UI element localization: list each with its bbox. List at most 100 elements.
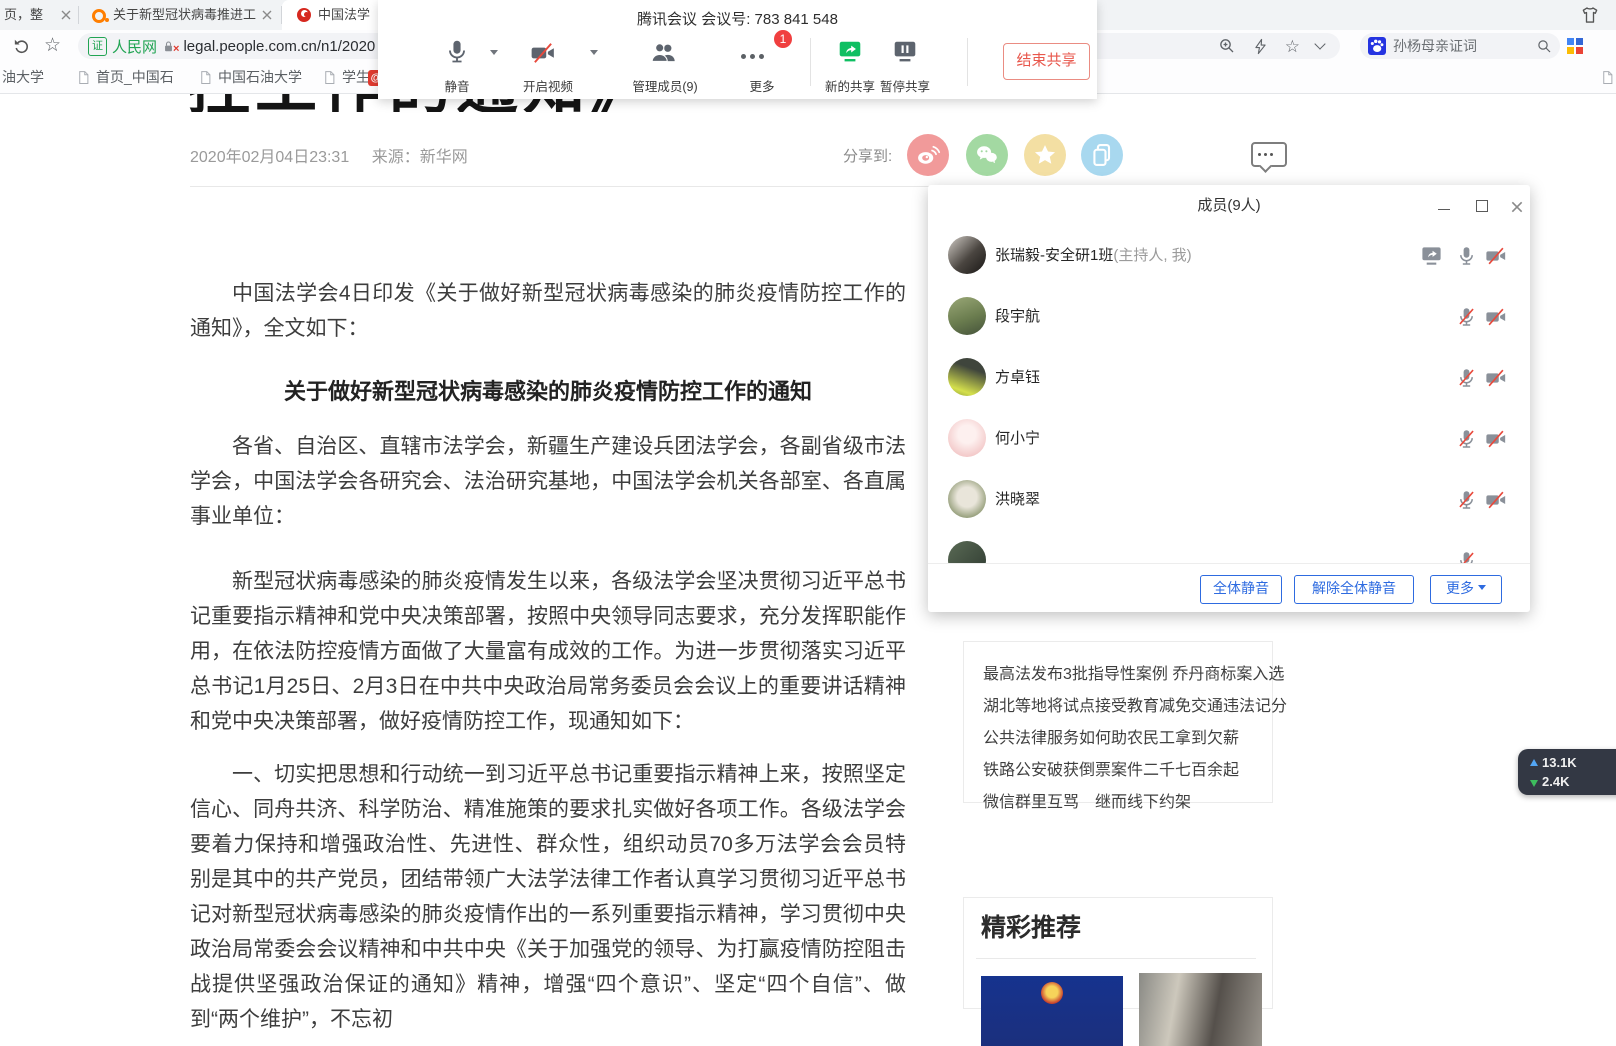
mute-button[interactable]: 静音 xyxy=(427,76,487,95)
member-row[interactable]: 方卓钰 xyxy=(928,347,1530,408)
news-link[interactable]: 湖北等地将试点接受教育减免交通违法记分 xyxy=(983,692,1287,716)
lightning-icon[interactable] xyxy=(1252,38,1269,55)
upload-arrow-icon xyxy=(1530,755,1538,766)
new-share-screen-icon xyxy=(837,38,863,64)
member-row[interactable]: 何小宁 xyxy=(928,408,1530,469)
article-source: 来源：新华网 xyxy=(372,149,468,166)
apps-grid-icon[interactable] xyxy=(1567,38,1583,54)
member-name: 段宇航 xyxy=(995,286,1040,347)
sharing-screen-icon xyxy=(1420,244,1443,267)
more-button[interactable]: 更多 xyxy=(738,76,786,95)
member-name: 张瑞毅-安全研1班 xyxy=(995,247,1113,264)
camera-off-icon[interactable] xyxy=(1485,245,1507,267)
recommend-image-building[interactable] xyxy=(1139,973,1262,1046)
grid-square xyxy=(1567,38,1574,45)
grid-square xyxy=(1576,47,1583,54)
camera-off-icon[interactable] xyxy=(1485,428,1507,450)
member-row-partial[interactable] xyxy=(928,530,1530,563)
camera-off-icon[interactable] xyxy=(1485,306,1507,328)
avatar xyxy=(948,358,986,396)
mic-muted-icon[interactable] xyxy=(1456,306,1477,327)
upload-speed: 13.1K xyxy=(1542,753,1577,773)
bookmark-item[interactable]: 首页_中国石 xyxy=(96,62,174,93)
favorite-star-icon[interactable]: ☆ xyxy=(44,36,61,55)
tab-covid-search[interactable]: 关于新型冠状病毒推进工 xyxy=(79,0,281,30)
pause-share-button[interactable]: 暂停共享 xyxy=(865,76,945,95)
article-paragraph: 各省、自治区、直辖市法学会，新疆生产建设兵团法学会，各副省级市法学会，中国法学会… xyxy=(190,429,906,534)
manage-members-button[interactable]: 管理成员(9) xyxy=(610,76,720,95)
zoom-in-icon[interactable] xyxy=(1218,37,1236,55)
notification-badge: 1 xyxy=(772,28,794,50)
mic-muted-icon[interactable] xyxy=(1456,489,1477,510)
member-name: 洪晓翠 xyxy=(995,469,1040,530)
search-icon[interactable] xyxy=(1536,38,1552,54)
camera-off-icon[interactable] xyxy=(1485,367,1507,389)
microphone-icon xyxy=(444,38,470,64)
mic-muted-icon[interactable] xyxy=(1456,428,1477,449)
close-icon[interactable] xyxy=(1510,200,1524,214)
page-icon xyxy=(1600,70,1615,85)
member-row[interactable]: 段宇航 xyxy=(928,286,1530,347)
close-tab-icon[interactable] xyxy=(60,9,72,21)
unmute-all-button[interactable]: 解除全体静音 xyxy=(1294,575,1414,604)
avatar xyxy=(948,236,986,274)
search-box[interactable]: 孙杨母亲证词 xyxy=(1360,33,1560,59)
close-tab-icon[interactable] xyxy=(261,9,273,21)
member-name: 何小宁 xyxy=(995,408,1040,469)
maximize-icon[interactable] xyxy=(1474,198,1490,214)
recommend-image-police[interactable] xyxy=(981,976,1123,1046)
member-name: 方卓钰 xyxy=(995,347,1040,408)
member-row-host[interactable]: 张瑞毅-安全研1班(主持人, 我) xyxy=(928,225,1530,286)
cert-badge-icon: 证 xyxy=(88,37,107,56)
share-qzone-icon[interactable] xyxy=(1024,134,1066,176)
start-video-button[interactable]: 开启视频 xyxy=(508,76,588,95)
mic-muted-icon[interactable] xyxy=(1456,367,1477,388)
end-share-button[interactable]: 结束共享 xyxy=(1003,43,1090,80)
camera-off-icon[interactable] xyxy=(1485,489,1507,511)
share-copy-icon[interactable] xyxy=(1081,134,1123,176)
avatar xyxy=(948,419,986,457)
mic-on-icon[interactable] xyxy=(1456,245,1477,266)
mute-all-button[interactable]: 全体静音 xyxy=(1200,575,1282,604)
mic-muted-icon[interactable] xyxy=(1456,550,1477,563)
bookmark-star-icon[interactable]: ☆ xyxy=(1285,38,1300,55)
member-row[interactable]: 洪晓翠 xyxy=(928,469,1530,530)
share-weibo-icon[interactable] xyxy=(907,134,949,176)
news-link[interactable]: 最高法发布3批指导性案例 乔丹商标案入选 xyxy=(983,660,1284,684)
article-paragraph: 中国法学会4日印发《关于做好新型冠状病毒感染的肺炎疫情防控工作的通知》，全文如下… xyxy=(190,276,906,346)
bookmark-item[interactable]: 中国石油大学 xyxy=(218,62,302,93)
search-query[interactable]: 孙杨母亲证词 xyxy=(1393,36,1477,56)
notice-heading: 关于做好新型冠状病毒感染的肺炎疫情防控工作的通知 xyxy=(190,374,906,406)
page-icon xyxy=(198,70,213,85)
members-people-icon xyxy=(650,40,678,66)
news-link[interactable]: 微信群里互骂 继而线下约架 xyxy=(983,788,1191,812)
member-role: (主持人, 我) xyxy=(1113,247,1191,264)
share-wechat-icon[interactable] xyxy=(966,134,1008,176)
avatar xyxy=(948,297,986,335)
grid-square xyxy=(1576,38,1583,45)
mute-dropdown-caret-icon[interactable] xyxy=(490,50,498,59)
bookmark-item[interactable]: 油大学 xyxy=(2,62,44,93)
minimize-icon[interactable] xyxy=(1436,198,1452,214)
more-members-button[interactable]: 更多 xyxy=(1430,575,1502,604)
toolbar-separator xyxy=(967,38,968,86)
tab-label: 关于新型冠状病毒推进工 xyxy=(113,0,253,30)
theme-skin-icon[interactable] xyxy=(1580,5,1600,25)
article-paragraph: 新型冠状病毒感染的肺炎疫情发生以来，各级法学会坚决贯彻习近平总书记重要指示精神和… xyxy=(190,564,906,739)
chevron-down-icon[interactable] xyxy=(1314,38,1325,49)
pause-share-screen-icon xyxy=(892,38,918,64)
more-ellipsis-icon[interactable] xyxy=(741,54,764,59)
avatar xyxy=(948,480,986,518)
comment-bubble-icon[interactable] xyxy=(1251,142,1287,167)
video-dropdown-caret-icon[interactable] xyxy=(590,50,598,59)
article-meta: 2020年02月04日23:31 来源：新华网 xyxy=(190,143,468,167)
url-text[interactable]: legal.people.com.cn/n1/2020 xyxy=(183,38,375,55)
back-icon[interactable] xyxy=(12,37,31,56)
recommend-title: 精彩推荐 xyxy=(981,908,1081,944)
tab-partial[interactable]: 页，整 xyxy=(0,0,78,30)
news-link[interactable]: 铁路公安破获倒票案件二千七百余起 xyxy=(983,756,1239,780)
news-link[interactable]: 公共法律服务如何助农民工拿到欠薪 xyxy=(983,724,1239,748)
download-speed: 2.4K xyxy=(1542,772,1569,792)
member-panel-footer: 全体静音 解除全体静音 更多 xyxy=(928,563,1530,613)
network-speed-badge[interactable]: 13.1K 2.4K xyxy=(1518,749,1616,795)
